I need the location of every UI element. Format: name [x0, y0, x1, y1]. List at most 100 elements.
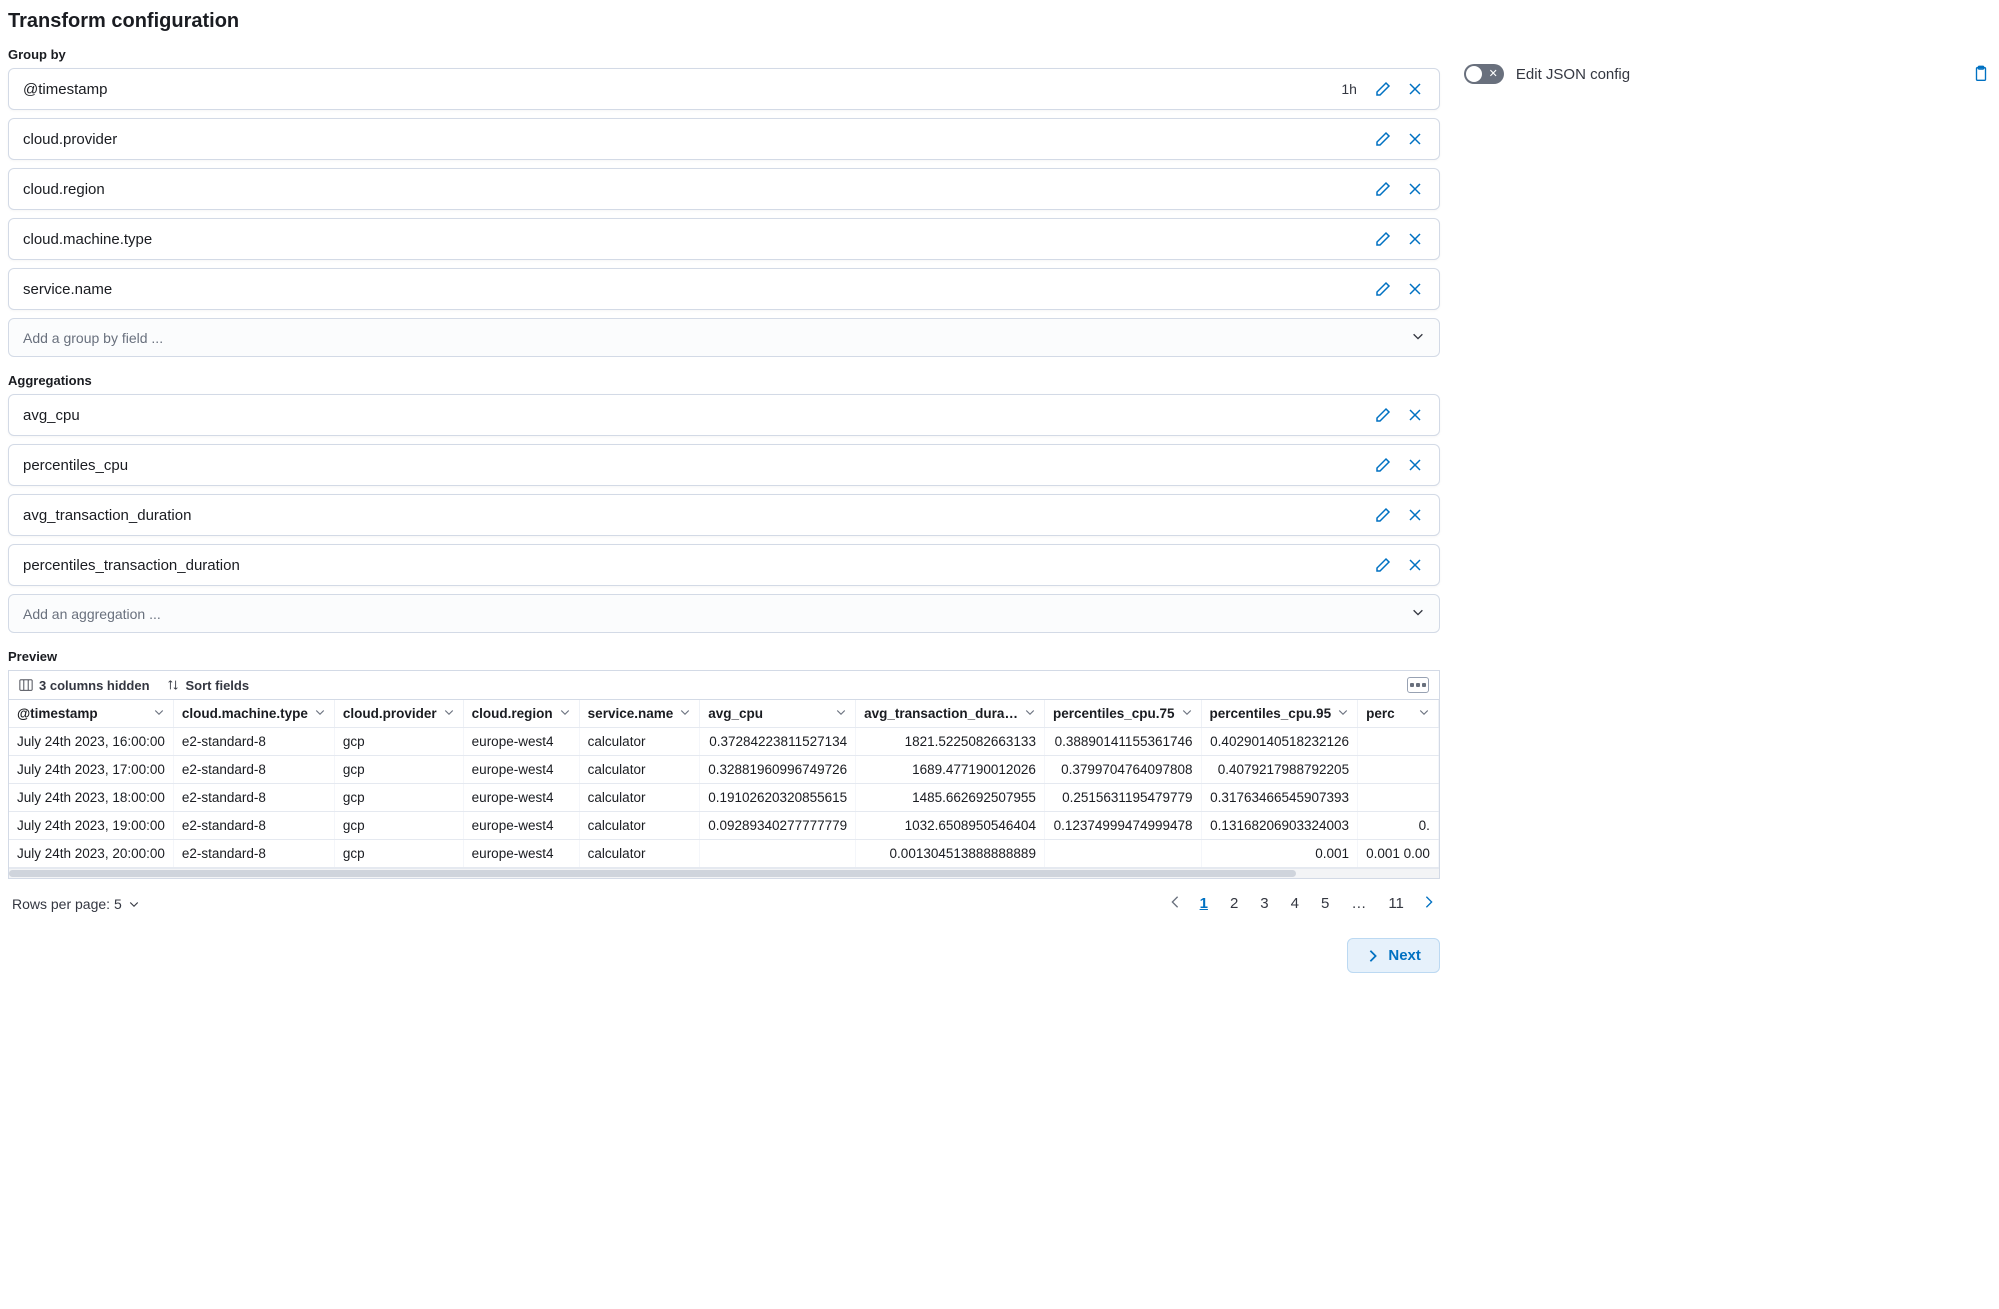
cell-perc_extra: [1358, 728, 1439, 756]
next-button[interactable]: Next: [1347, 938, 1440, 973]
edit-button[interactable]: [1373, 279, 1393, 299]
chevron-down-icon: [1337, 706, 1349, 721]
column-header-region[interactable]: cloud.region: [463, 700, 579, 728]
cell-provider: gcp: [334, 784, 463, 812]
x-icon: ✕: [1489, 69, 1498, 80]
cell-provider: gcp: [334, 812, 463, 840]
remove-button[interactable]: [1405, 405, 1425, 425]
remove-button[interactable]: [1405, 455, 1425, 475]
columns-hidden-label: 3 columns hidden: [39, 678, 150, 693]
column-header-label: avg_cpu: [708, 706, 763, 721]
chevron-down-icon: [559, 706, 571, 721]
cell-avg_txn: 1689.477190012026: [856, 756, 1045, 784]
edit-button[interactable]: [1373, 505, 1393, 525]
column-header-pct_cpu_75[interactable]: percentiles_cpu.75: [1044, 700, 1201, 728]
column-header-avg_cpu[interactable]: avg_cpu: [700, 700, 856, 728]
preview-table-wrapper: @timestampcloud.machine.typecloud.provid…: [8, 699, 1440, 879]
cell-perc_extra: 0.001 0.00: [1358, 840, 1439, 868]
close-icon: [1407, 131, 1423, 147]
pager-page-2[interactable]: 2: [1226, 893, 1242, 914]
cell-pct_cpu_75: 0.2515631195479779: [1044, 784, 1201, 812]
pencil-icon: [1375, 181, 1391, 197]
edit-button[interactable]: [1373, 229, 1393, 249]
edit-button[interactable]: [1373, 455, 1393, 475]
cell-perc_extra: [1358, 784, 1439, 812]
cell-pct_cpu_75: 0.3799704764097808: [1044, 756, 1201, 784]
pencil-icon: [1375, 281, 1391, 297]
copy-config-button[interactable]: [1971, 64, 1991, 84]
remove-button[interactable]: [1405, 229, 1425, 249]
column-header-provider[interactable]: cloud.provider: [334, 700, 463, 728]
table-row: July 24th 2023, 19:00:00e2-standard-8gcp…: [9, 812, 1438, 840]
aggregation-item-label: percentiles_transaction_duration: [23, 557, 240, 574]
column-header-label: perc: [1366, 706, 1395, 721]
column-header-perc_extra[interactable]: perc: [1358, 700, 1439, 728]
sort-fields-button[interactable]: Sort fields: [166, 678, 250, 693]
edit-button[interactable]: [1373, 555, 1393, 575]
column-header-avg_txn[interactable]: avg_transaction_dura…: [856, 700, 1045, 728]
edit-button[interactable]: [1373, 405, 1393, 425]
cell-avg_cpu: 0.19102620320855615: [700, 784, 856, 812]
density-icon[interactable]: [1407, 677, 1429, 693]
chevron-right-icon: [1422, 895, 1436, 909]
pager-page-4[interactable]: 4: [1287, 893, 1303, 914]
columns-hidden-button[interactable]: 3 columns hidden: [19, 678, 150, 693]
pager-page-11[interactable]: 11: [1384, 893, 1408, 914]
aggregation-item: percentiles_cpu: [8, 444, 1440, 486]
cell-timestamp: July 24th 2023, 19:00:00: [9, 812, 173, 840]
remove-button[interactable]: [1405, 79, 1425, 99]
aggregation-add-field[interactable]: Add an aggregation ...: [8, 594, 1440, 633]
next-button-label: Next: [1388, 947, 1421, 964]
cell-timestamp: July 24th 2023, 18:00:00: [9, 784, 173, 812]
group-by-add-field[interactable]: Add a group by field ...: [8, 318, 1440, 357]
pager-ellipsis: …: [1347, 893, 1370, 914]
column-header-machine_type[interactable]: cloud.machine.type: [173, 700, 334, 728]
column-header-timestamp[interactable]: @timestamp: [9, 700, 173, 728]
chevron-down-icon: [128, 898, 140, 910]
cell-avg_txn: 0.001304513888888889: [856, 840, 1045, 868]
cell-avg_cpu: [700, 840, 856, 868]
table-row: July 24th 2023, 17:00:00e2-standard-8gcp…: [9, 756, 1438, 784]
cell-machine_type: e2-standard-8: [173, 784, 334, 812]
chevron-down-icon: [1418, 706, 1430, 721]
remove-button[interactable]: [1405, 555, 1425, 575]
chevron-down-icon: [314, 706, 326, 721]
pager-page-3[interactable]: 3: [1256, 893, 1272, 914]
cell-avg_cpu: 0.09289340277777779: [700, 812, 856, 840]
pencil-icon: [1375, 231, 1391, 247]
cell-pct_cpu_75: [1044, 840, 1201, 868]
column-header-pct_cpu_95[interactable]: percentiles_cpu.95: [1201, 700, 1358, 728]
group-by-item: cloud.region: [8, 168, 1440, 210]
cell-perc_extra: [1358, 756, 1439, 784]
remove-button[interactable]: [1405, 279, 1425, 299]
cell-timestamp: July 24th 2023, 20:00:00: [9, 840, 173, 868]
column-header-service[interactable]: service.name: [579, 700, 700, 728]
remove-button[interactable]: [1405, 505, 1425, 525]
cell-region: europe-west4: [463, 728, 579, 756]
pencil-icon: [1375, 507, 1391, 523]
cell-pct_cpu_75: 0.38890141155361746: [1044, 728, 1201, 756]
cell-perc_extra: 0.: [1358, 812, 1439, 840]
horizontal-scrollbar[interactable]: [9, 868, 1439, 878]
edit-button[interactable]: [1373, 179, 1393, 199]
pager-page-5[interactable]: 5: [1317, 893, 1333, 914]
group-by-item-label: cloud.region: [23, 181, 105, 198]
cell-avg_txn: 1821.5225082663133: [856, 728, 1045, 756]
table-row: July 24th 2023, 20:00:00e2-standard-8gcp…: [9, 840, 1438, 868]
pager-next[interactable]: [1422, 895, 1436, 912]
chevron-down-icon: [835, 706, 847, 721]
sort-fields-label: Sort fields: [186, 678, 250, 693]
edit-json-toggle[interactable]: ✕: [1464, 64, 1504, 84]
pager-page-1[interactable]: 1: [1196, 893, 1212, 914]
chevron-left-icon: [1168, 895, 1182, 909]
group-by-item: cloud.provider: [8, 118, 1440, 160]
pager-prev[interactable]: [1168, 895, 1182, 912]
remove-button[interactable]: [1405, 129, 1425, 149]
edit-button[interactable]: [1373, 129, 1393, 149]
table-header-row: @timestampcloud.machine.typecloud.provid…: [9, 700, 1438, 728]
rows-per-page-select[interactable]: Rows per page: 5: [12, 896, 140, 912]
cell-service: calculator: [579, 784, 700, 812]
remove-button[interactable]: [1405, 179, 1425, 199]
edit-button[interactable]: [1373, 79, 1393, 99]
cell-region: europe-west4: [463, 784, 579, 812]
